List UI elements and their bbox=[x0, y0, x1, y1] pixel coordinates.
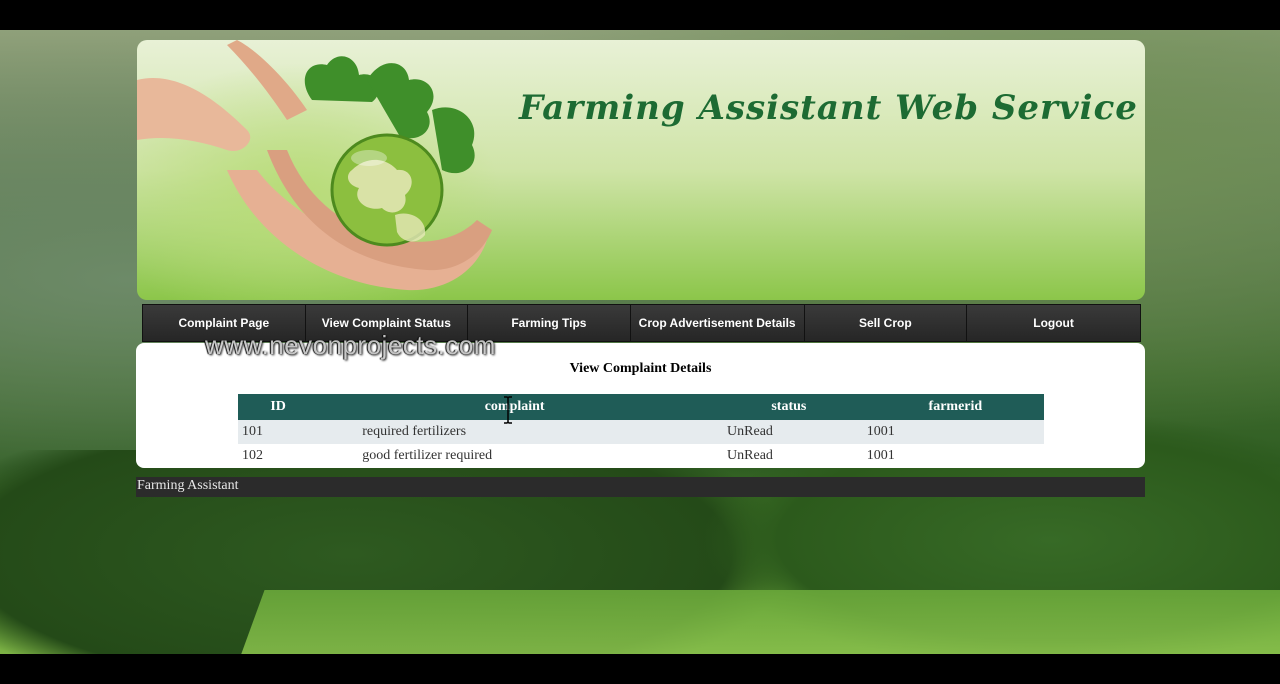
column-header-farmerid: farmerid bbox=[866, 394, 1044, 420]
footer-bar: Farming Assistant bbox=[136, 477, 1145, 497]
column-header-status: status bbox=[711, 394, 867, 420]
column-header-complaint: complaint bbox=[318, 394, 712, 420]
page-title: View Complaint Details bbox=[569, 361, 712, 376]
watermark-text: www.nevonprojects.com bbox=[205, 330, 496, 360]
site-header-banner: Farming Assistant Web Service bbox=[137, 40, 1145, 300]
column-header-id: ID bbox=[238, 394, 319, 420]
table-row: 102 good fertilizer required UnRead 1001 bbox=[238, 444, 1044, 468]
nav-crop-advertisement-details[interactable]: Crop Advertisement Details bbox=[630, 305, 805, 341]
complaint-details-panel: View Complaint Details ID complaint stat… bbox=[136, 343, 1145, 468]
table-row: 101 required fertilizers UnRead 1001 bbox=[238, 420, 1044, 444]
nav-logout[interactable]: Logout bbox=[967, 305, 1140, 341]
cell-status: UnRead bbox=[711, 444, 867, 468]
nav-sell-crop[interactable]: Sell Crop bbox=[804, 305, 968, 341]
page-background: Farming Assistant Web Service Complaint … bbox=[0, 30, 1280, 654]
cell-id: 102 bbox=[238, 444, 319, 468]
complaints-table: ID complaint status farmerid 101 require… bbox=[238, 394, 1044, 468]
cell-farmerid: 1001 bbox=[866, 444, 1044, 468]
cell-id: 101 bbox=[238, 420, 319, 444]
cell-status: UnRead bbox=[711, 420, 867, 444]
text-cursor-icon bbox=[504, 396, 512, 424]
site-title: Farming Assistant Web Service bbox=[519, 88, 1138, 128]
cell-farmerid: 1001 bbox=[866, 420, 1044, 444]
hands-globe-image bbox=[137, 40, 492, 291]
footer-text: Farming Assistant bbox=[137, 478, 239, 493]
cell-complaint: good fertilizer required bbox=[318, 444, 712, 468]
cell-complaint: required fertilizers bbox=[318, 420, 712, 444]
table-header-row: ID complaint status farmerid bbox=[238, 394, 1044, 420]
